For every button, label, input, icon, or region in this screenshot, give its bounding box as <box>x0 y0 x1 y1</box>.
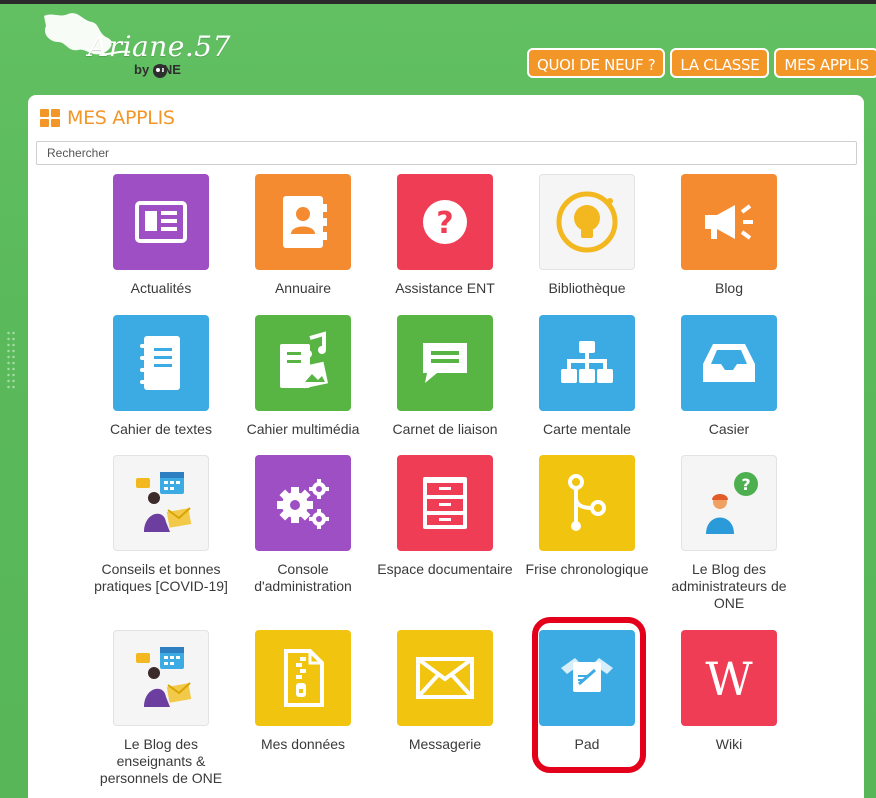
gears-icon <box>255 455 351 551</box>
app-label: Wiki <box>715 736 743 752</box>
apps-grid-icon <box>40 109 60 127</box>
nav-la-classe-button[interactable]: LA CLASSE <box>670 48 770 78</box>
wikipedia-icon: W <box>681 630 777 726</box>
nav-quoi-de-neuf-button[interactable]: QUOI DE NEUF ? <box>527 48 666 78</box>
search-input[interactable] <box>36 141 857 165</box>
app-label: Le Blog des administrateurs de ONE <box>671 561 787 611</box>
app-label: Actualités <box>130 280 192 296</box>
person-question-icon: ? <box>681 455 777 551</box>
app-label: Espace documentaire <box>377 561 513 577</box>
megaphone-icon <box>681 174 777 270</box>
newspaper-icon <box>113 174 209 270</box>
person-calendar-icon <box>113 630 209 726</box>
app-label: Bibliothèque <box>548 280 626 296</box>
lightbulb-icon <box>539 174 635 270</box>
app-label: Casier <box>708 421 750 437</box>
decorative-dots <box>6 330 16 390</box>
notebook-icon <box>113 315 209 411</box>
app-label: Mes données <box>260 736 346 752</box>
app-label: Cahier multimédia <box>246 421 360 437</box>
app-label: Blog <box>714 280 744 296</box>
main-nav: QUOI DE NEUF ? LA CLASSE MES APPLIS <box>527 48 876 78</box>
question-icon: ? <box>397 174 493 270</box>
app-label: Messagerie <box>408 736 482 752</box>
page-title: MES APPLIS <box>67 107 175 129</box>
apps-panel: MES APPLIS Actualités Annuaire ? Assista… <box>28 95 864 798</box>
svg-text:?: ? <box>436 206 453 241</box>
app-label: Annuaire <box>274 280 332 296</box>
address-book-icon <box>255 174 351 270</box>
person-calendar-icon <box>113 455 209 551</box>
app-label: Conseils et bonnes pratiques [COVID-19] <box>94 561 228 594</box>
svg-text:W: W <box>705 653 753 703</box>
inbox-icon <box>681 315 777 411</box>
app-label: Console d'administration <box>254 561 352 594</box>
brand-by: by ONE <box>134 62 181 77</box>
multimedia-icon <box>255 315 351 411</box>
zip-file-icon <box>255 630 351 726</box>
pad-highlight-outline <box>532 617 646 773</box>
drawers-icon <box>397 455 493 551</box>
brand-name: Ariane.57 <box>88 30 231 63</box>
app-label: Carte mentale <box>543 421 631 437</box>
sitemap-icon <box>539 315 635 411</box>
app-label: Le Blog des enseignants & personnels de … <box>99 736 223 786</box>
nav-mes-applis-button[interactable]: MES APPLIS <box>774 48 876 78</box>
app-label: Assistance ENT <box>395 280 495 296</box>
timeline-icon <box>539 455 635 551</box>
app-label: Frise chronologique <box>525 561 649 577</box>
app-label: Carnet de liaison <box>392 421 498 437</box>
app-label: Cahier de textes <box>110 421 212 437</box>
svg-text:?: ? <box>741 475 750 494</box>
brand-logo[interactable]: Ariane.57 by ONE <box>38 8 231 88</box>
envelope-icon <box>397 630 493 726</box>
panel-header: MES APPLIS <box>40 107 175 129</box>
chat-bubble-icon <box>397 315 493 411</box>
